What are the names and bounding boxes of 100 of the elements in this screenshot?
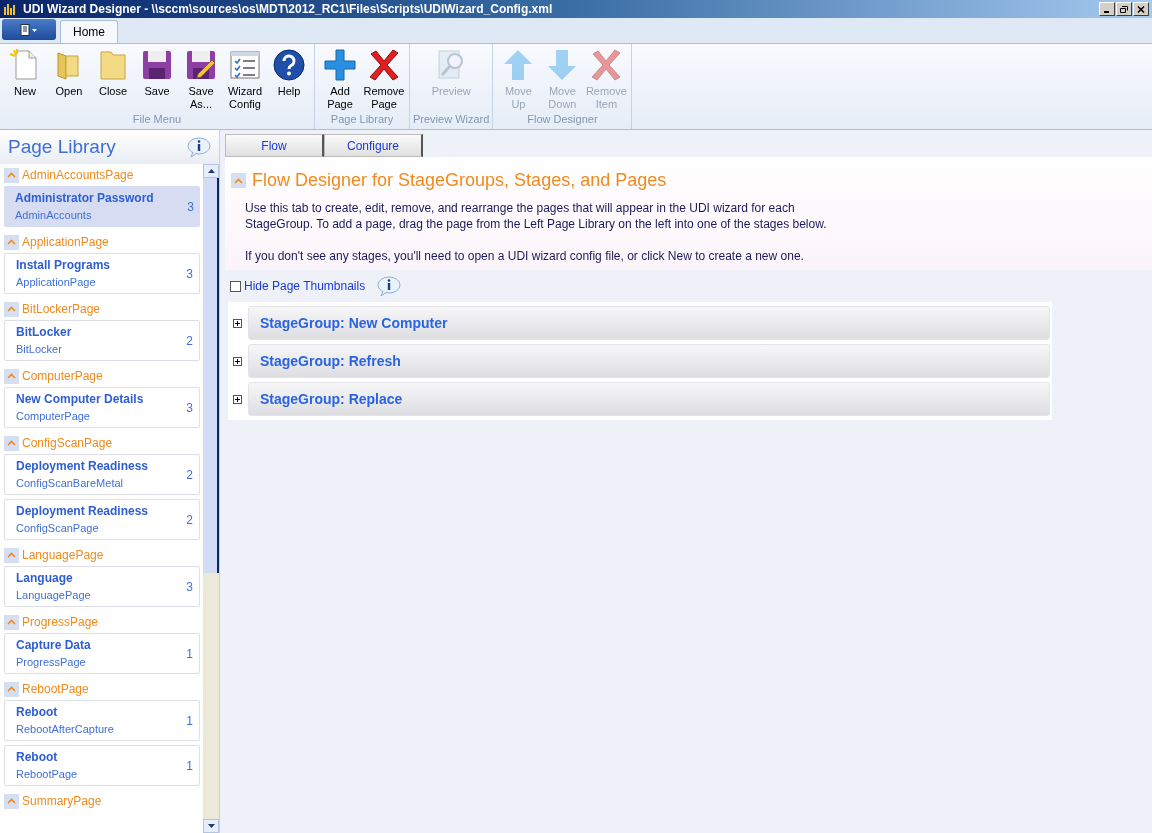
page-card[interactable]: Capture Data ProgressPage 1 [4, 633, 200, 674]
collapse-toggle[interactable] [4, 793, 19, 809]
caret-icon [7, 619, 16, 625]
ribbon-button[interactable]: Remove Page [362, 48, 406, 111]
page-count: 1 [186, 757, 193, 775]
page-subtitle: AdminAccounts [15, 208, 93, 224]
window-title: UDI Wizard Designer - \\sccm\sources\os\MDT\2012_RC1\Files\Scripts\UDIWizard_Config.xml [23, 1, 553, 18]
page-card[interactable]: Language LanguagePage 3 [4, 566, 200, 607]
page-count: 3 [186, 265, 193, 283]
page-card[interactable]: Reboot RebootPage 1 [4, 745, 200, 786]
page-title: New Computer Details [16, 391, 145, 409]
plus-icon [234, 395, 241, 403]
info-icon[interactable] [377, 276, 402, 296]
collapse-toggle[interactable] [4, 435, 19, 451]
description-text: Use this tab to create, edit, remove, and rearrange the pages that will appear in the UDI wizard for each StageGroup. To add a page, drag the page from the Left Page Library on the left into one of the stages below. [245, 200, 828, 232]
stage-group-header[interactable]: StageGroup: Replace [248, 382, 1050, 416]
expand-toggle[interactable] [233, 356, 242, 366]
ribbon-button[interactable]: Save As... [179, 48, 223, 111]
page-count: 2 [186, 332, 193, 350]
page-title: Capture Data [16, 637, 92, 655]
application-menu-button[interactable] [2, 19, 56, 40]
page-subtitle: ProgressPage [16, 655, 87, 671]
caret-icon [7, 686, 16, 692]
group-header: ConfigScanPage [22, 435, 113, 452]
page-count: 2 [186, 511, 193, 529]
page-title: Administrator Password [15, 190, 155, 208]
page-card[interactable]: Install Programs ApplicationPage 3 [4, 253, 200, 294]
page-title: Install Programs [16, 257, 112, 275]
stage-group-header[interactable]: StageGroup: Refresh [248, 344, 1050, 378]
page-count: 3 [186, 399, 193, 417]
collapse-toggle[interactable] [231, 173, 246, 188]
view-tab[interactable]: Configure [324, 134, 423, 157]
page-subtitle: ComputerPage [16, 409, 91, 425]
info-icon[interactable] [187, 137, 211, 157]
caret-icon [7, 373, 16, 379]
checkbox-label[interactable]: Hide Page Thumbnails [244, 277, 366, 295]
page-count: 3 [187, 198, 194, 216]
restore-button[interactable] [1116, 2, 1132, 16]
ribbon-button[interactable]: Add Page [318, 48, 362, 111]
page-title: Deployment Readiness [16, 503, 150, 521]
page-subtitle: ConfigScanBareMetal [16, 476, 124, 492]
page-card[interactable]: New Computer Details ComputerPage 3 [4, 387, 200, 428]
caret-icon [7, 172, 16, 178]
checklist-icon [228, 48, 262, 82]
ribbon-button[interactable]: Help [267, 48, 311, 98]
collapse-toggle[interactable] [4, 547, 19, 563]
minimize-button[interactable] [1099, 2, 1115, 16]
page-card[interactable]: Reboot RebootAfterCapture 1 [4, 700, 200, 741]
plus-icon [234, 357, 241, 365]
ribbon-button[interactable]: New [3, 48, 47, 98]
expand-toggle[interactable] [233, 318, 242, 328]
collapse-toggle[interactable] [4, 368, 19, 384]
page-count: 1 [186, 712, 193, 730]
group-header: BitLockerPage [22, 301, 101, 318]
floppy-disk-pencil-icon [184, 48, 218, 82]
page-count: 1 [186, 645, 193, 663]
expand-toggle[interactable] [233, 394, 242, 404]
cross-icon [367, 48, 401, 82]
collapse-toggle[interactable] [4, 234, 19, 250]
page-subtitle: RebootPage [16, 767, 79, 783]
page-count: 3 [186, 578, 193, 596]
group-header: ComputerPage [22, 368, 103, 385]
group-header: AdminAccountsPage [22, 167, 134, 184]
page-card[interactable]: BitLocker BitLocker 2 [4, 320, 200, 361]
group-header: RebootPage [22, 681, 89, 698]
scroll-up-icon[interactable] [207, 169, 215, 173]
ribbon-button[interactable]: Wizard Config [223, 48, 267, 111]
page-count: 2 [186, 466, 193, 484]
close-icon [1137, 5, 1145, 13]
stage-group-header[interactable]: StageGroup: New Computer [248, 306, 1050, 340]
checkbox[interactable] [230, 280, 241, 292]
collapse-toggle[interactable] [4, 614, 19, 630]
page-subtitle: RebootAfterCapture [16, 722, 115, 738]
group-header: ApplicationPage [22, 234, 109, 251]
collapse-toggle[interactable] [4, 301, 19, 317]
page-title: Deployment Readiness [16, 458, 150, 476]
plus-icon [323, 48, 357, 82]
ribbon-button[interactable]: Open [47, 48, 91, 98]
group-header: ProgressPage [22, 614, 99, 631]
ribbon-group-label: Preview Wizard [413, 111, 490, 127]
page-card[interactable]: Administrator Password AdminAccounts 3 [4, 186, 200, 227]
close-button[interactable] [1133, 2, 1149, 16]
page-subtitle: ApplicationPage [16, 275, 97, 291]
group-header: SummaryPage [22, 793, 102, 810]
document-menu-icon [20, 23, 38, 36]
ribbon-button[interactable]: Save [135, 48, 179, 98]
collapse-toggle[interactable] [4, 681, 19, 697]
ribbon-group-label: Flow Designer [527, 112, 598, 127]
description-text: If you don't see any stages, you'll need to open a UDI wizard config file, or click New to create a new one. [245, 248, 805, 264]
ribbon-group-label: File Menu [132, 112, 182, 127]
scrollbar[interactable] [203, 164, 219, 833]
page-card[interactable]: Deployment Readiness ConfigScanPage 2 [4, 499, 200, 540]
view-tab[interactable]: Flow [225, 134, 324, 157]
ribbon-button[interactable]: Close [91, 48, 135, 98]
collapse-toggle[interactable] [4, 167, 19, 183]
caret-icon [7, 552, 16, 558]
ribbon-tab[interactable]: Home [60, 20, 118, 43]
page-card[interactable]: Deployment Readiness ConfigScanBareMetal 2 [4, 454, 200, 495]
scroll-down-icon[interactable] [207, 824, 215, 828]
page-subtitle: LanguagePage [16, 588, 92, 604]
